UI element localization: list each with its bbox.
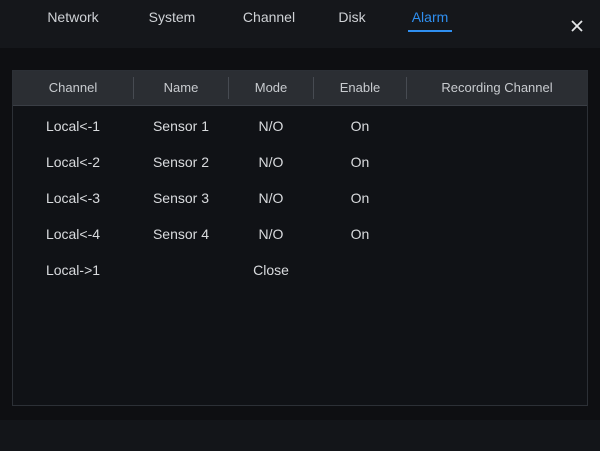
cell-name: Sensor 3 <box>152 190 210 206</box>
table-row[interactable]: Local->1 Close <box>13 252 587 288</box>
column-header-recording-channel: Recording Channel <box>441 80 553 95</box>
table-row[interactable]: Local<-2 Sensor 2 N/O On <box>13 144 587 180</box>
cell-enable <box>314 252 406 288</box>
settings-tab-bar: Network System Channel Disk Alarm <box>0 0 600 48</box>
column-header-name: Name <box>163 80 199 95</box>
footer-bar <box>0 420 600 451</box>
cell-channel: Local<-2 <box>45 154 101 170</box>
cell-mode: N/O <box>258 154 284 170</box>
cell-mode: N/O <box>258 190 284 206</box>
cell-recording-channel <box>407 144 587 180</box>
cell-channel: Local->1 <box>45 262 101 278</box>
cell-channel: Local<-3 <box>45 190 101 206</box>
cell-name: Sensor 4 <box>152 226 210 242</box>
cell-enable: On <box>350 226 370 242</box>
tab-alarm-label: Alarm <box>411 9 449 25</box>
cell-recording-channel <box>407 180 587 216</box>
close-button[interactable] <box>565 14 589 38</box>
table-row[interactable]: Local<-4 Sensor 4 N/O On <box>13 216 587 252</box>
tab-alarm[interactable]: Alarm <box>408 4 452 32</box>
column-header-enable: Enable <box>339 80 381 95</box>
cell-mode: Close <box>253 262 289 278</box>
table-row[interactable]: Local<-1 Sensor 1 N/O On <box>13 108 587 144</box>
column-header-mode: Mode <box>254 80 288 95</box>
alarm-table-panel: Channel Name Mode Enable Recording Chann… <box>12 70 588 406</box>
cell-enable: On <box>350 190 370 206</box>
tab-disk[interactable]: Disk <box>334 4 370 30</box>
cell-recording-channel <box>407 108 587 144</box>
cell-recording-channel <box>407 252 587 288</box>
cell-channel: Local<-1 <box>45 118 101 134</box>
cell-enable: On <box>350 118 370 134</box>
cell-name <box>134 252 228 288</box>
cell-mode: N/O <box>258 118 284 134</box>
cell-channel: Local<-4 <box>45 226 101 242</box>
active-tab-indicator <box>408 30 452 32</box>
close-icon <box>571 20 583 32</box>
tab-system[interactable]: System <box>140 4 204 30</box>
table-header: Channel Name Mode Enable Recording Chann… <box>13 71 587 106</box>
table-row[interactable]: Local<-3 Sensor 3 N/O On <box>13 180 587 216</box>
cell-recording-channel <box>407 216 587 252</box>
cell-name: Sensor 1 <box>152 118 210 134</box>
cell-enable: On <box>350 154 370 170</box>
cell-name: Sensor 2 <box>152 154 210 170</box>
column-header-channel: Channel <box>48 80 98 95</box>
cell-mode: N/O <box>258 226 284 242</box>
tab-network[interactable]: Network <box>38 4 108 30</box>
tab-channel[interactable]: Channel <box>236 4 302 30</box>
